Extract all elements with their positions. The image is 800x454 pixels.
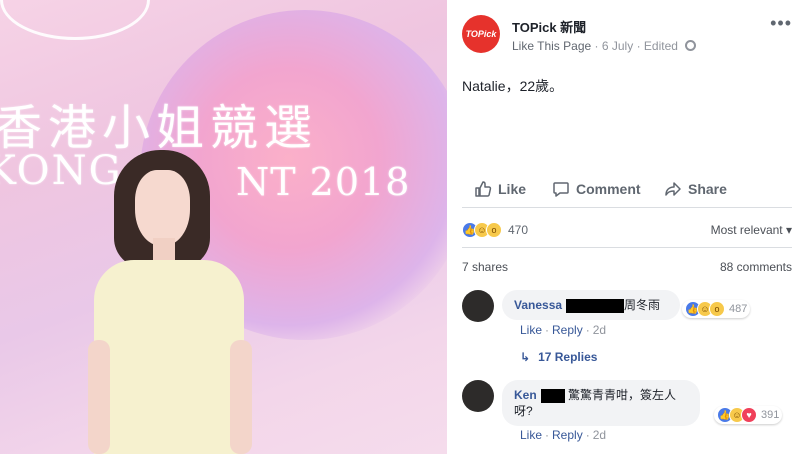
comment-like-link[interactable]: Like xyxy=(520,428,542,442)
post-stats-row: 7 shares 88 comments xyxy=(462,256,792,282)
person-face xyxy=(135,170,190,246)
thumbs-up-icon xyxy=(475,181,492,197)
page-name-link[interactable]: TOPick 新聞 xyxy=(512,17,586,36)
redaction-bar xyxy=(566,298,625,313)
reactions-row: 👍 ☺ o 470 Most relevant ▾ xyxy=(462,218,792,248)
caret-down-icon: ▾ xyxy=(785,223,792,237)
wow-reaction-icon: o xyxy=(486,222,502,238)
post-date[interactable]: 6 July xyxy=(602,39,633,53)
like-label: Like xyxy=(498,181,527,197)
reactions-summary[interactable]: 👍 ☺ o 470 xyxy=(462,222,528,238)
replies-count-label: 17 Replies xyxy=(538,350,598,364)
comment-label: Comment xyxy=(576,181,641,197)
comment-actions: Like · Reply · 2d xyxy=(520,323,606,337)
meta-separator: · xyxy=(594,39,602,53)
globe-icon xyxy=(685,40,697,51)
comment-bubble: Ken 驚驚青青咁，簽左人 呀? xyxy=(502,380,700,426)
person-dress xyxy=(94,260,244,454)
separator: · xyxy=(545,428,550,442)
shares-link[interactable]: 7 shares xyxy=(462,260,508,274)
person-left-arm xyxy=(88,340,110,454)
meta-separator: · xyxy=(636,39,644,53)
separator: · xyxy=(585,428,590,442)
post-actions-bar: Like Comment Share xyxy=(462,172,792,208)
more-icon[interactable]: ••• xyxy=(770,14,792,32)
commenter-avatar[interactable] xyxy=(462,290,494,322)
post-header: TOPick TOPick 新聞 Like This Page · 6 July… xyxy=(462,14,792,55)
commenter-avatar[interactable] xyxy=(462,380,494,412)
post-meta: Like This Page · 6 July · Edited xyxy=(512,39,697,53)
comment-item: Vanessa 周冬雨 👍 ☺ o 487 Like · Reply · 2d ↳ 17 … xyxy=(462,290,792,370)
view-replies-link[interactable]: ↳ 17 Replies xyxy=(520,350,597,364)
comment-bubble: Vanessa 周冬雨 xyxy=(502,290,680,320)
comment-age[interactable]: 2d xyxy=(593,323,606,337)
backdrop-logo-oval xyxy=(0,0,150,40)
separator: · xyxy=(545,323,550,337)
speech-bubble-icon xyxy=(553,182,569,197)
comment-text-line1: 驚驚青青咁，簽左人 xyxy=(568,388,677,402)
commenter-name[interactable]: Vanessa xyxy=(514,298,562,312)
wow-reaction-icon: o xyxy=(709,301,725,317)
avatar-logo-text: TOPick xyxy=(465,29,497,39)
comments-count-link[interactable]: 88 comments xyxy=(720,260,792,274)
post-photo[interactable]: 香港小姐競選 KONG PA NT 2018 xyxy=(0,0,447,454)
comment-text: 周冬雨 xyxy=(624,298,661,312)
reply-arrow-icon: ↳ xyxy=(520,350,531,364)
comment-reactions[interactable]: 👍 ☺ ♥ 391 xyxy=(714,406,783,424)
separator: · xyxy=(585,323,590,337)
page-avatar[interactable]: TOPick xyxy=(462,15,500,53)
like-button[interactable]: Like xyxy=(474,180,526,198)
comment-age[interactable]: 2d xyxy=(593,428,606,442)
share-button[interactable]: Share xyxy=(664,180,727,198)
comment-like-link[interactable]: Like xyxy=(520,323,542,337)
comment-reply-link[interactable]: Reply xyxy=(552,428,583,442)
person-right-arm xyxy=(230,340,252,454)
comment-item: Ken 驚驚青青咁，簽左人 呀? 👍 ☺ ♥ 391 Like · Reply · 2d xyxy=(462,380,792,450)
edited-label[interactable]: Edited xyxy=(644,39,678,53)
comment-button[interactable]: Comment xyxy=(552,180,641,198)
redaction-bar xyxy=(540,388,565,403)
post-body-text: Natalie，22歲。 xyxy=(462,78,564,94)
share-label: Share xyxy=(688,181,727,197)
person-figure xyxy=(80,150,260,454)
like-page-link[interactable]: Like This Page xyxy=(512,39,591,53)
comment-reaction-count: 487 xyxy=(729,303,748,315)
comment-reaction-count: 391 xyxy=(761,409,780,421)
facebook-post: TOPick TOPick 新聞 Like This Page · 6 July… xyxy=(447,0,800,454)
sort-comments-dropdown[interactable]: Most relevant ▾ xyxy=(711,223,792,237)
comment-reply-link[interactable]: Reply xyxy=(552,323,583,337)
sort-label: Most relevant xyxy=(710,223,783,237)
love-reaction-icon: ♥ xyxy=(741,407,757,423)
reaction-count: 470 xyxy=(508,223,529,237)
share-arrow-icon xyxy=(665,182,681,196)
comment-text-line2: 呀? xyxy=(514,404,533,418)
backdrop-year: NT 2018 xyxy=(236,160,411,204)
comment-reactions[interactable]: 👍 ☺ o 487 xyxy=(682,300,751,318)
commenter-name[interactable]: Ken xyxy=(514,388,537,402)
comment-actions: Like · Reply · 2d xyxy=(520,428,606,442)
